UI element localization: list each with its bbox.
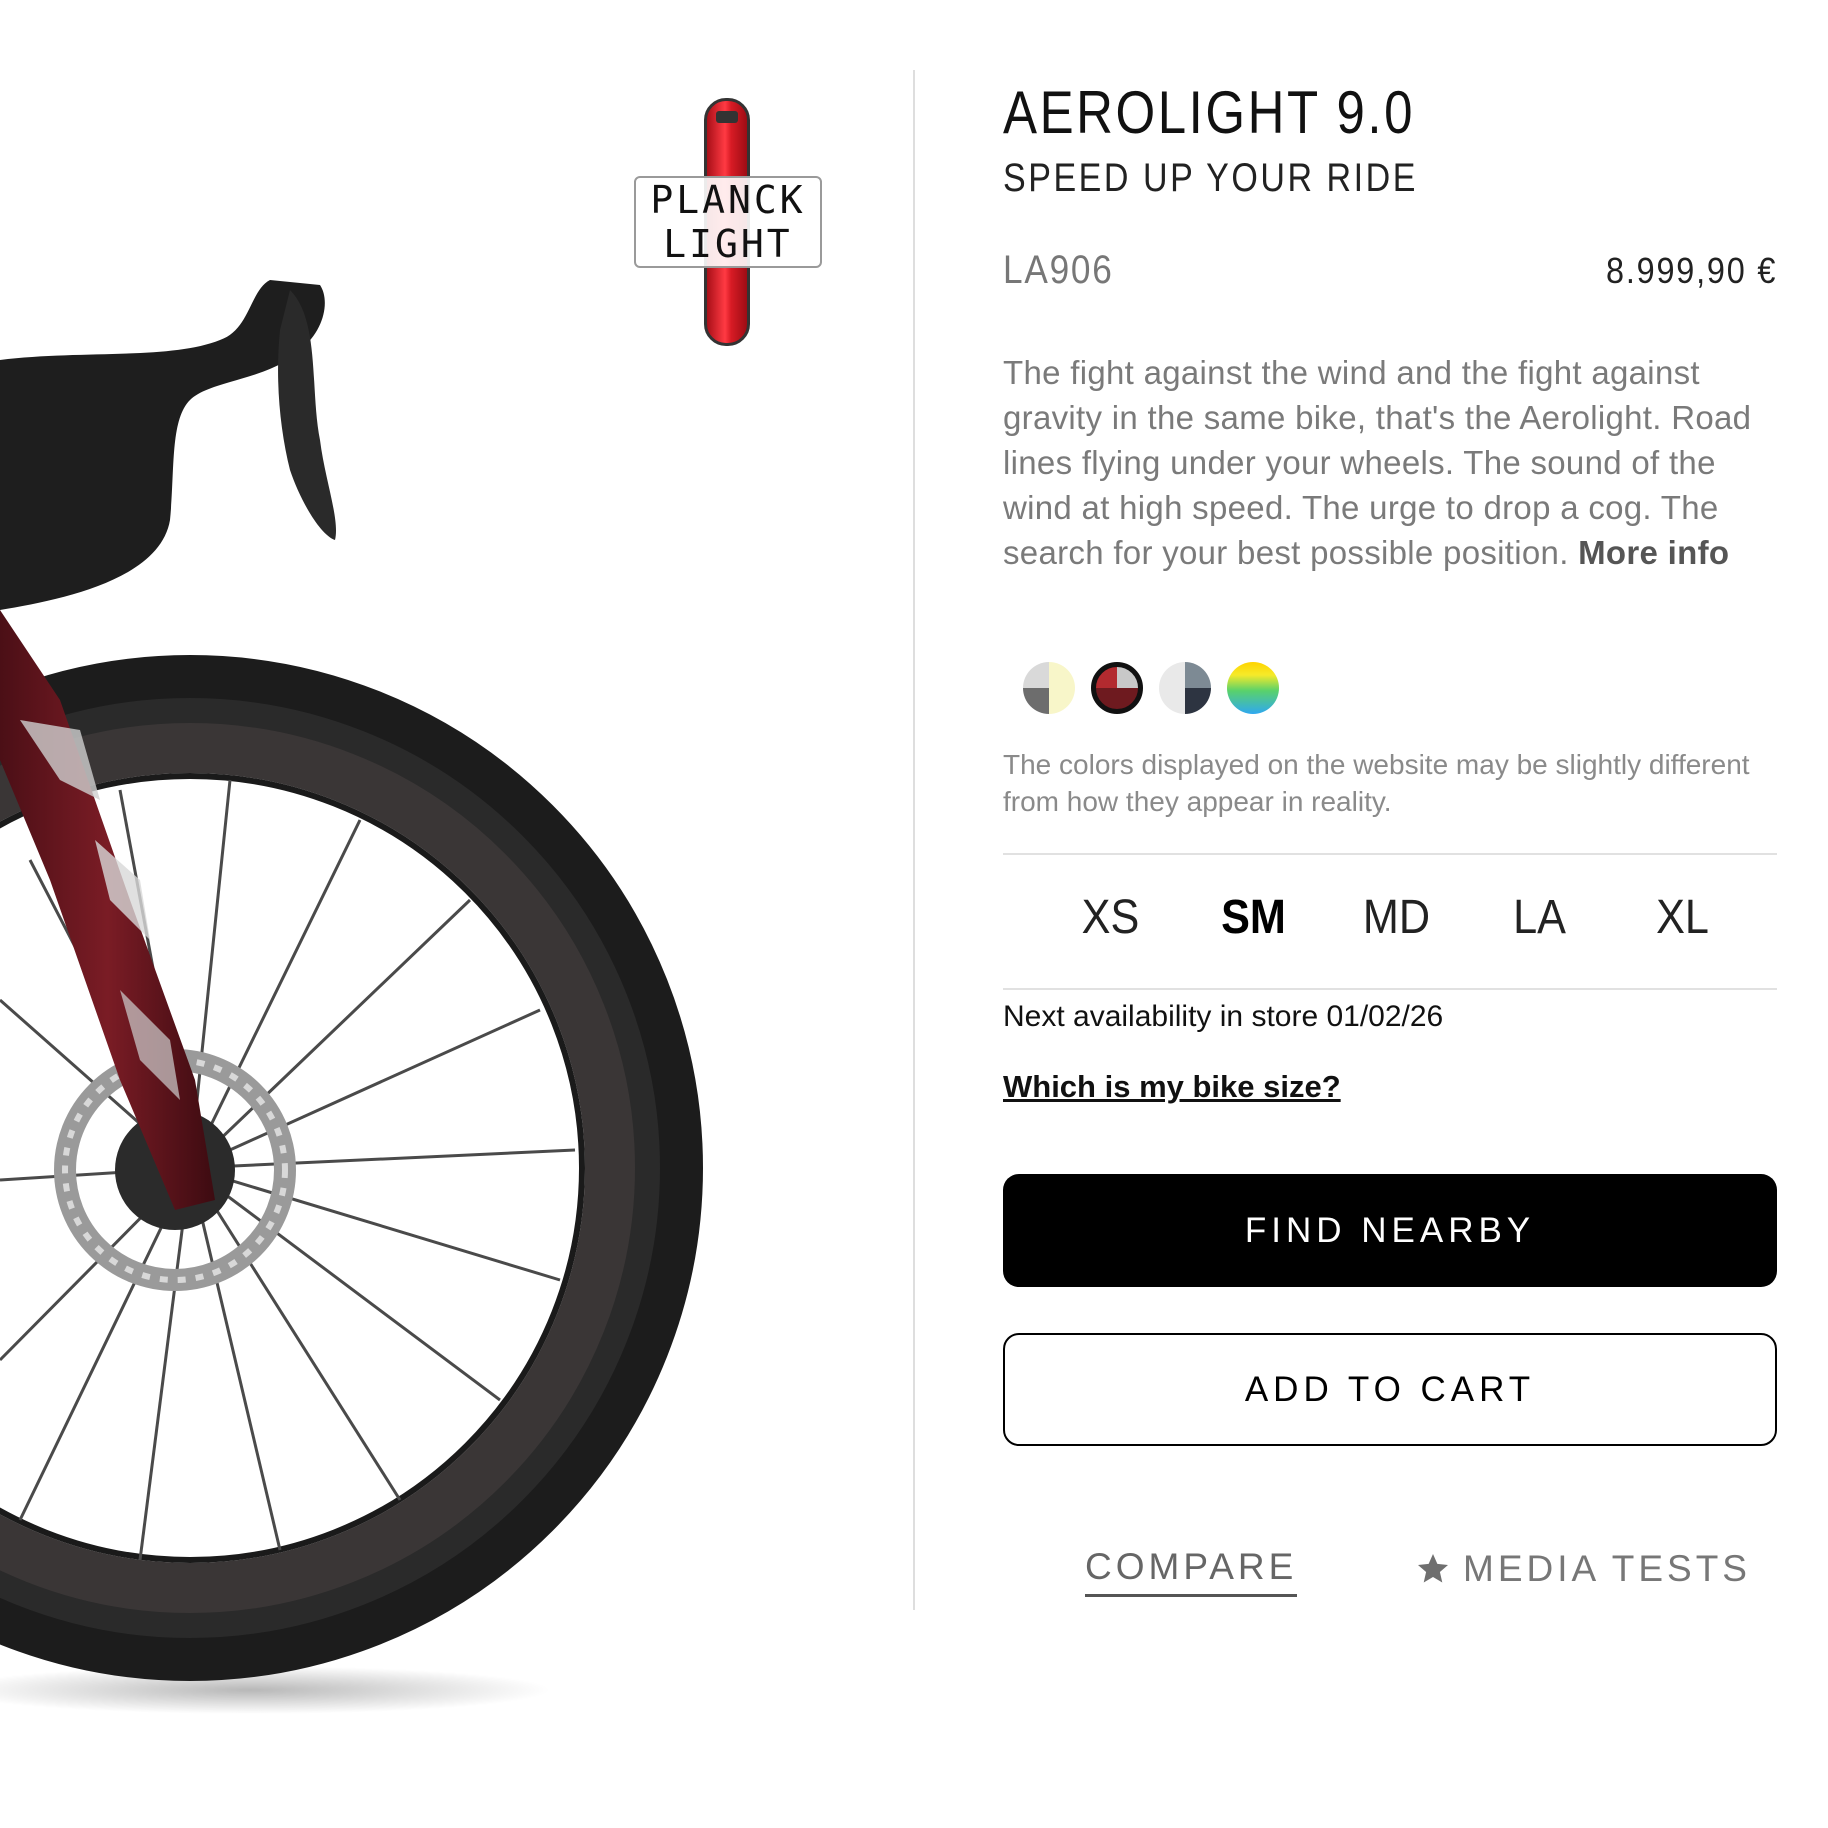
media-tests-label: MEDIA TESTS xyxy=(1463,1548,1751,1589)
add-to-cart-button[interactable]: ADD TO CART xyxy=(1003,1333,1777,1446)
size-option-xl[interactable]: XL xyxy=(1618,890,1747,945)
divider-top xyxy=(1003,853,1777,855)
badge-plate: PLANCK LIGHT xyxy=(634,176,822,268)
product-sku: LA906 xyxy=(1003,248,1114,292)
divider-bottom xyxy=(1003,988,1777,990)
color-swatch-grey-yellow[interactable] xyxy=(1023,662,1075,714)
product-description: The fight against the wind and the fight… xyxy=(1003,350,1783,575)
badge-line-1: PLANCK xyxy=(650,178,806,222)
product-title: AEROLIGHT 9.0 xyxy=(1003,79,1416,146)
size-option-md[interactable]: MD xyxy=(1332,890,1461,945)
compare-link[interactable]: COMPARE xyxy=(1085,1546,1298,1597)
product-price: 8.999,90 € xyxy=(1605,250,1777,291)
size-guide-link[interactable]: Which is my bike size? xyxy=(1003,1069,1341,1105)
color-swatch-grey-blue[interactable] xyxy=(1159,662,1211,714)
color-swatches xyxy=(1023,662,1279,714)
availability-text: Next availability in store 01/02/26 xyxy=(1003,1000,1444,1033)
more-info-link[interactable]: More info xyxy=(1578,534,1729,571)
color-swatch-rainbow[interactable] xyxy=(1227,662,1279,714)
bike-image: PLANCK LIGHT xyxy=(0,0,912,1828)
media-tests-link[interactable]: MEDIA TESTS xyxy=(1415,1548,1751,1590)
color-disclaimer: The colors displayed on the website may … xyxy=(1003,749,1750,817)
product-page: PLANCK LIGHT AEROLIGHT 9.0 SPEED UP YOUR… xyxy=(0,0,1828,1828)
size-option-xs[interactable]: XS xyxy=(1046,890,1175,945)
size-selector: XS SM MD LA XL xyxy=(1003,890,1777,945)
size-option-la[interactable]: LA xyxy=(1475,890,1604,945)
vertical-divider xyxy=(913,70,915,1610)
size-option-sm[interactable]: SM xyxy=(1189,890,1318,945)
star-icon xyxy=(1418,1554,1448,1583)
badge-line-2: LIGHT xyxy=(663,222,793,266)
find-nearby-button[interactable]: FIND NEARBY xyxy=(1003,1174,1777,1287)
color-swatch-dark-red[interactable] xyxy=(1091,662,1143,714)
planck-light-badge: PLANCK LIGHT xyxy=(634,98,822,346)
product-subtitle: SPEED UP YOUR RIDE xyxy=(1003,156,1418,200)
